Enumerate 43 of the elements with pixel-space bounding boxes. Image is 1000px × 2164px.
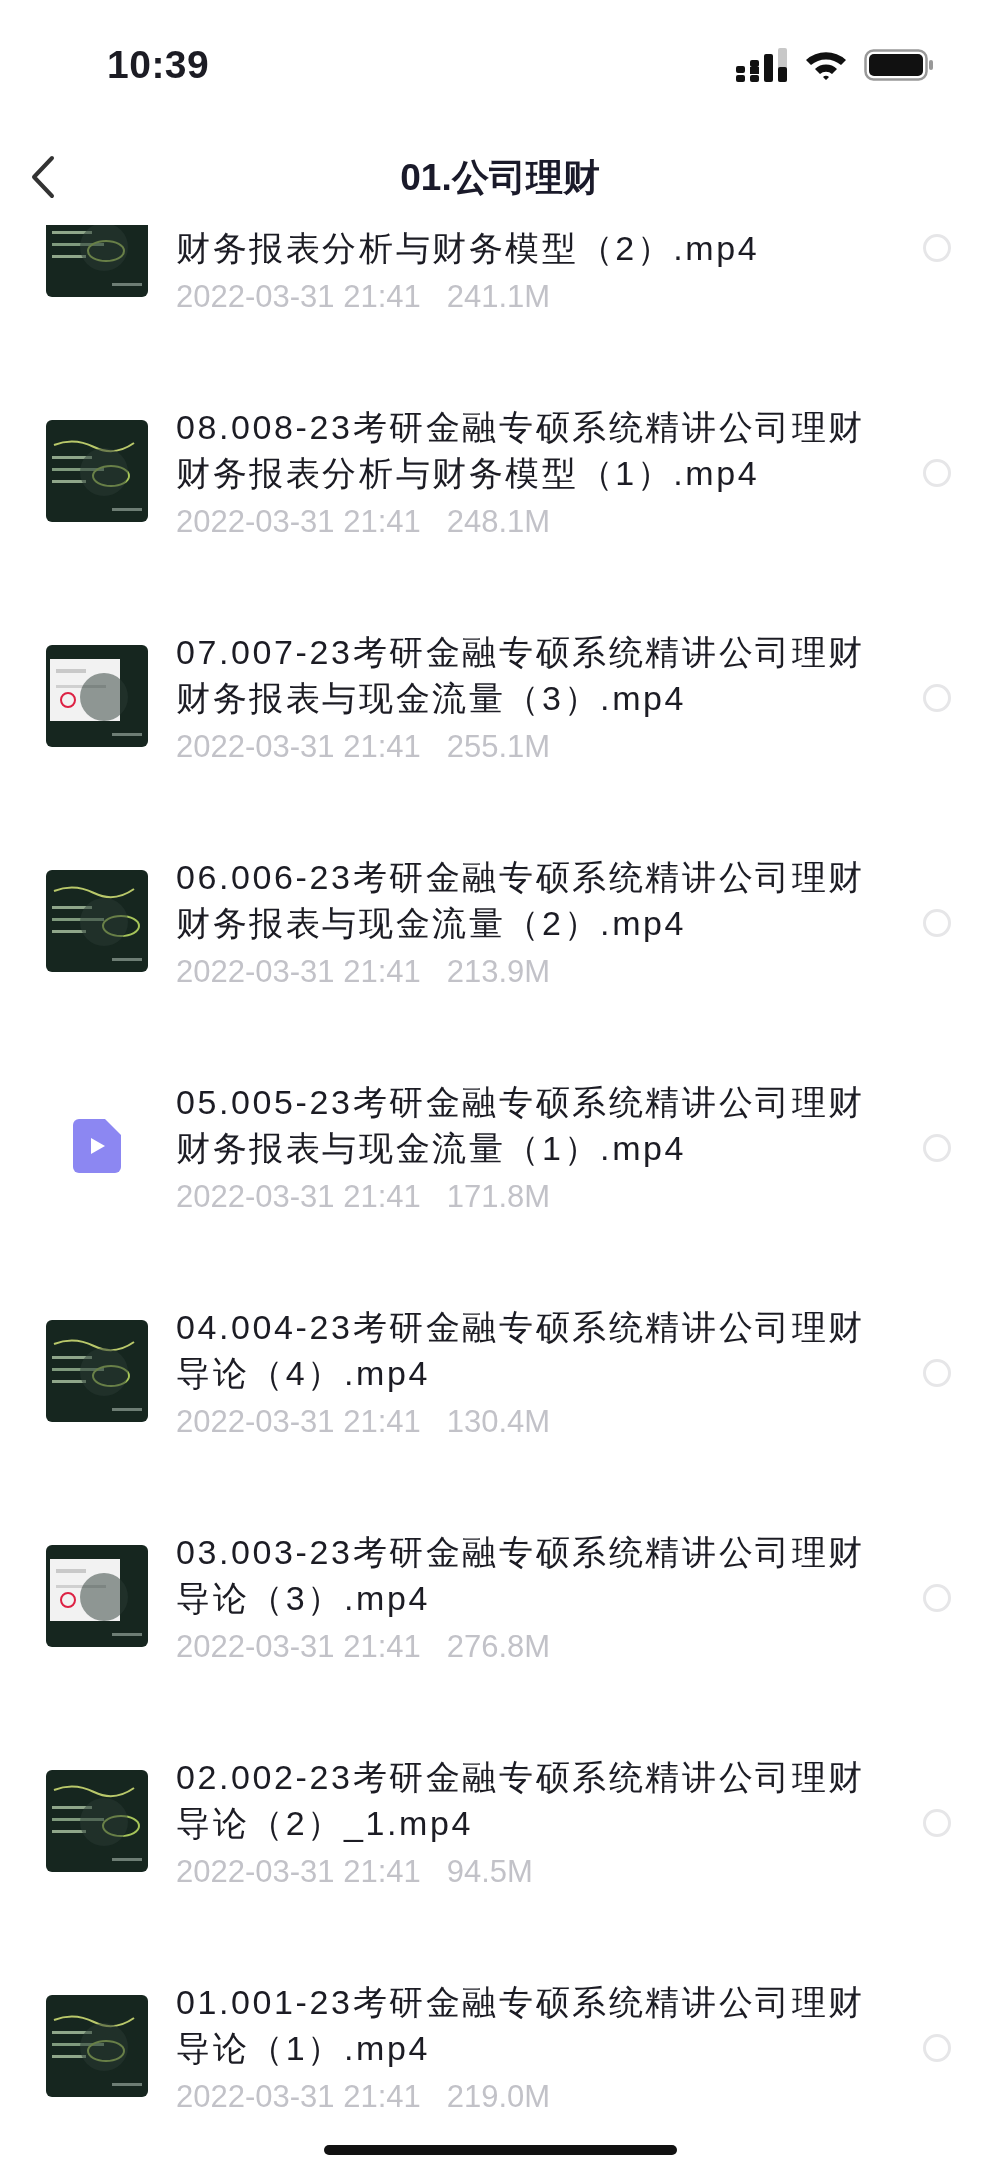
video-file-icon [73,1119,121,1173]
status-time: 10:39 [107,43,210,87]
file-name: 07.007-23考研金融专硕系统精讲公司理财 财务报表与现金流量（3）.mp4 [176,632,865,719]
signal-icon [736,48,788,82]
file-name: 03.003-23考研金融专硕系统精讲公司理财 导论（3）.mp4 [176,1532,865,1619]
file-name: 04.004-23考研金融专硕系统精讲公司理财 导论（4）.mp4 [176,1307,865,1394]
file-date: 2022-03-31 21:41 [176,2079,421,2115]
select-radio[interactable] [923,684,951,712]
select-radio[interactable] [923,234,951,262]
file-name: 财务报表分析与财务模型（2）.mp4 [176,228,760,269]
file-date: 2022-03-31 21:41 [176,1404,421,1440]
home-indicator[interactable] [324,2145,677,2155]
file-date: 2022-03-31 21:41 [176,279,421,315]
file-name: 01.001-23考研金融专硕系统精讲公司理财 导论（1）.mp4 [176,1982,865,2069]
file-size: 130.4M [446,1404,551,1440]
file-size: 241.1M [446,279,551,315]
file-name: 08.008-23考研金融专硕系统精讲公司理财 财务报表分析与财务模型（1）.mp4 [176,407,865,494]
file-size: 94.5M [446,1854,533,1890]
select-radio[interactable] [923,1584,951,1612]
file-size: 276.8M [446,1629,551,1665]
select-radio[interactable] [923,1359,951,1387]
file-size: 171.8M [446,1179,551,1215]
file-name: 05.005-23考研金融专硕系统精讲公司理财 财务报表与现金流量（1）.mp4 [176,1082,865,1169]
file-date: 2022-03-31 21:41 [176,1179,421,1215]
file-date: 2022-03-31 21:41 [176,954,421,990]
file-size: 219.0M [446,2079,551,2115]
select-radio[interactable] [923,459,951,487]
file-name: 02.002-23考研金融专硕系统精讲公司理财 导论（2）_1.mp4 [176,1757,865,1844]
select-radio[interactable] [923,1809,951,1837]
select-radio[interactable] [923,1134,951,1162]
file-size: 248.1M [446,504,551,540]
file-name: 06.006-23考研金融专硕系统精讲公司理财 财务报表与现金流量（2）.mp4 [176,857,865,944]
file-size: 213.9M [446,954,551,990]
file-size: 255.1M [446,729,551,765]
file-date: 2022-03-31 21:41 [176,729,421,765]
file-date: 2022-03-31 21:41 [176,1629,421,1665]
file-date: 2022-03-31 21:41 [176,504,421,540]
select-radio[interactable] [923,909,951,937]
page-title: 01.公司理财 [400,155,600,200]
wifi-icon [804,49,848,81]
select-radio[interactable] [923,2034,951,2062]
battery-icon [864,49,934,81]
file-date: 2022-03-31 21:41 [176,1854,421,1890]
